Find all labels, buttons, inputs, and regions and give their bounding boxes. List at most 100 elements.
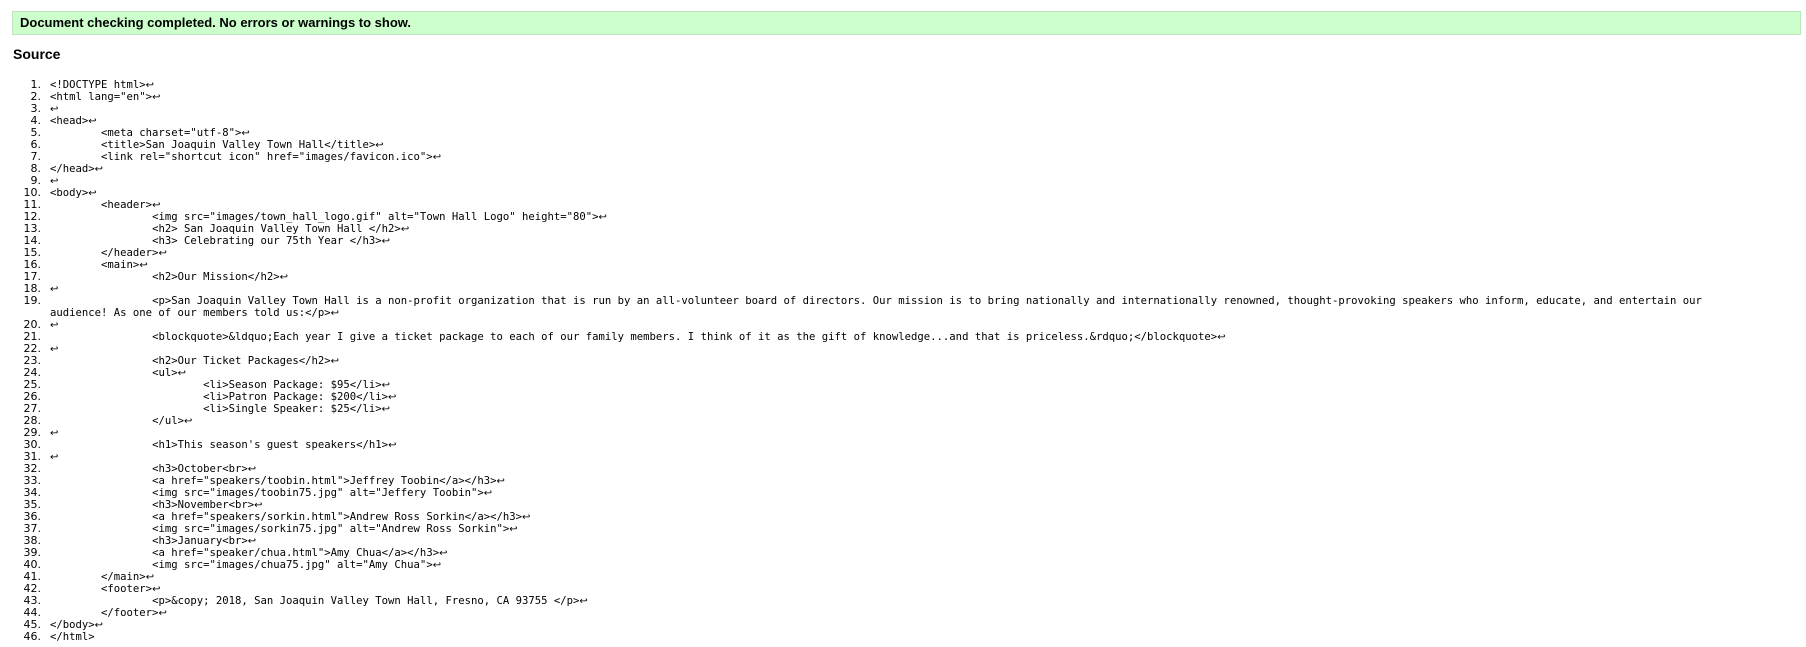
line-code: <h1>This season's guest speakers</h1>↩ — [41, 439, 396, 451]
line-text: <h2>Our Mission</h2> — [50, 271, 280, 283]
source-line: 46. </html> — [0, 631, 1760, 644]
line-text: </main> — [50, 571, 146, 583]
line-text: <h3>October<br> — [50, 463, 248, 475]
line-end-icon: ↩ — [388, 440, 397, 451]
line-text: <li>Season Package: $95</li> — [50, 379, 382, 391]
source-line: 44. </footer>↩ — [0, 607, 1760, 620]
line-code: </main>↩ — [41, 571, 154, 583]
line-text: <footer> — [50, 583, 153, 595]
line-code: ↩ — [41, 283, 58, 295]
source-line: 5. <meta charset="utf-8">↩ — [0, 127, 1760, 140]
source-line: 40. <img src="images/chua75.jpg" alt="Am… — [0, 559, 1760, 572]
source-line: 3. ↩ — [0, 103, 1760, 116]
line-end-icon: ↩ — [247, 464, 257, 475]
line-end-icon: ↩ — [183, 416, 193, 427]
line-text: <img src="images/toobin75.jpg" alt="Jeff… — [50, 487, 484, 499]
line-code: <img src="images/sorkin75.jpg" alt="Andr… — [41, 523, 518, 535]
line-end-icon: ↩ — [50, 284, 59, 295]
line-text: <html lang="en"> — [50, 91, 153, 103]
line-end-icon: ↩ — [158, 248, 167, 259]
line-code: <li>Single Speaker: $25</li>↩ — [41, 403, 390, 415]
line-end-icon: ↩ — [177, 368, 186, 379]
line-text: <link rel="shortcut icon" href="images/f… — [50, 151, 433, 163]
line-code: <ul>↩ — [41, 367, 186, 379]
line-code: <title>San Joaquin Valley Town Hall</tit… — [41, 139, 384, 151]
line-end-icon: ↩ — [50, 320, 59, 331]
line-code: <head>↩ — [41, 115, 97, 127]
line-end-icon: ↩ — [254, 500, 263, 511]
line-code: <h2>Our Ticket Packages</h2>↩ — [41, 355, 339, 367]
source-line: 32. <h3>October<br>↩ — [0, 463, 1760, 476]
source-line: 1. <!DOCTYPE html>↩ — [0, 79, 1760, 92]
status-banner: Document checking completed. No errors o… — [12, 11, 1801, 35]
line-text: <a href="speaker/chua.html">Amy Chua</a>… — [50, 547, 440, 559]
line-end-icon: ↩ — [381, 236, 391, 247]
line-text: <h1>This season's guest speakers</h1> — [50, 439, 389, 451]
line-text: <header> — [50, 199, 153, 211]
line-code: <link rel="shortcut icon" href="images/f… — [41, 151, 441, 163]
line-text: <img src="images/chua75.jpg" alt="Amy Ch… — [50, 559, 433, 571]
line-code: ↩ — [41, 427, 58, 439]
line-code: <h3>January<br>↩ — [41, 535, 256, 547]
line-end-icon: ↩ — [522, 512, 531, 523]
line-code: ↩ — [41, 175, 58, 187]
source-line: 27. <li>Single Speaker: $25</li>↩ — [0, 403, 1760, 416]
line-code: <a href="speaker/chua.html">Amy Chua</a>… — [41, 547, 447, 559]
line-end-icon: ↩ — [50, 452, 59, 463]
line-text: <img src="images/sorkin75.jpg" alt="Andr… — [50, 523, 510, 535]
line-end-icon: ↩ — [50, 428, 59, 439]
line-text: <li>Single Speaker: $25</li> — [50, 403, 382, 415]
source-line: 11. <header>↩ — [0, 199, 1760, 212]
source-line: 42. <footer>↩ — [0, 583, 1760, 596]
source-line: 17. <h2>Our Mission</h2>↩ — [0, 271, 1760, 284]
line-text: <ul> — [50, 367, 178, 379]
source-line: 2. <html lang="en">↩ — [0, 91, 1760, 104]
line-text: <title>San Joaquin Valley Town Hall</tit… — [50, 139, 376, 151]
line-code: <h2>Our Mission</h2>↩ — [41, 271, 288, 283]
source-line: 16. <main>↩ — [0, 259, 1760, 272]
source-line: 34. <img src="images/toobin75.jpg" alt="… — [0, 487, 1760, 500]
line-text: <img src="images/town_hall_logo.gif" alt… — [50, 211, 599, 223]
line-code: <img src="images/chua75.jpg" alt="Amy Ch… — [41, 559, 441, 571]
line-end-icon: ↩ — [483, 488, 493, 499]
line-end-icon: ↩ — [330, 356, 340, 367]
line-code: <a href="speakers/toobin.html">Jeffrey T… — [41, 475, 505, 487]
line-end-icon: ↩ — [1217, 332, 1226, 343]
line-end-icon: ↩ — [139, 260, 148, 271]
line-end-icon: ↩ — [388, 392, 397, 403]
line-text: <h2> San Joaquin Valley Town Hall </h2> — [50, 223, 401, 235]
line-end-icon: ↩ — [145, 80, 155, 91]
line-text: <a href="speakers/toobin.html">Jeffrey T… — [50, 475, 497, 487]
line-end-icon: ↩ — [50, 104, 59, 115]
line-text: </head> — [50, 163, 95, 175]
source-line: 21. <blockquote>&ldquo;Each year I give … — [0, 331, 1760, 344]
line-code: <p>&copy; 2018, San Joaquin Valley Town … — [41, 595, 588, 607]
line-end-icon: ↩ — [94, 164, 104, 175]
source-line: 20. ↩ — [0, 319, 1760, 332]
line-number: 19. — [23, 294, 42, 307]
line-end-icon: ↩ — [381, 380, 391, 391]
line-code: <blockquote>&ldquo;Each year I give a ti… — [41, 331, 1226, 343]
line-end-icon: ↩ — [509, 524, 518, 535]
source-line: 43. <p>&copy; 2018, San Joaquin Valley T… — [0, 595, 1760, 608]
source-line: 28. </ul>↩ — [0, 415, 1760, 428]
line-end-icon: ↩ — [579, 596, 588, 607]
line-code: ↩ — [41, 103, 58, 115]
line-text: </footer> — [50, 607, 159, 619]
source-line: 37. <img src="images/sorkin75.jpg" alt="… — [0, 523, 1760, 536]
line-code: <img src="images/town_hall_logo.gif" alt… — [41, 211, 607, 223]
source-line: 7. <link rel="shortcut icon" href="image… — [0, 151, 1760, 164]
line-code: ↩ — [41, 451, 58, 463]
source-line: 33. <a href="speakers/toobin.html">Jeffr… — [0, 475, 1760, 488]
source-line: 14. <h3> Celebrating our 75th Year </h3>… — [0, 235, 1760, 248]
line-end-icon: ↩ — [598, 212, 607, 223]
line-end-icon: ↩ — [158, 608, 167, 619]
line-code: </head>↩ — [41, 163, 103, 175]
line-end-icon: ↩ — [381, 404, 391, 415]
line-end-icon: ↩ — [94, 620, 104, 631]
line-end-icon: ↩ — [241, 128, 250, 139]
source-line: 39. <a href="speaker/chua.html">Amy Chua… — [0, 547, 1760, 560]
source-line: 22. ↩ — [0, 343, 1760, 356]
line-code: ↩ — [41, 343, 58, 355]
line-code: <meta charset="utf-8">↩ — [41, 127, 250, 139]
